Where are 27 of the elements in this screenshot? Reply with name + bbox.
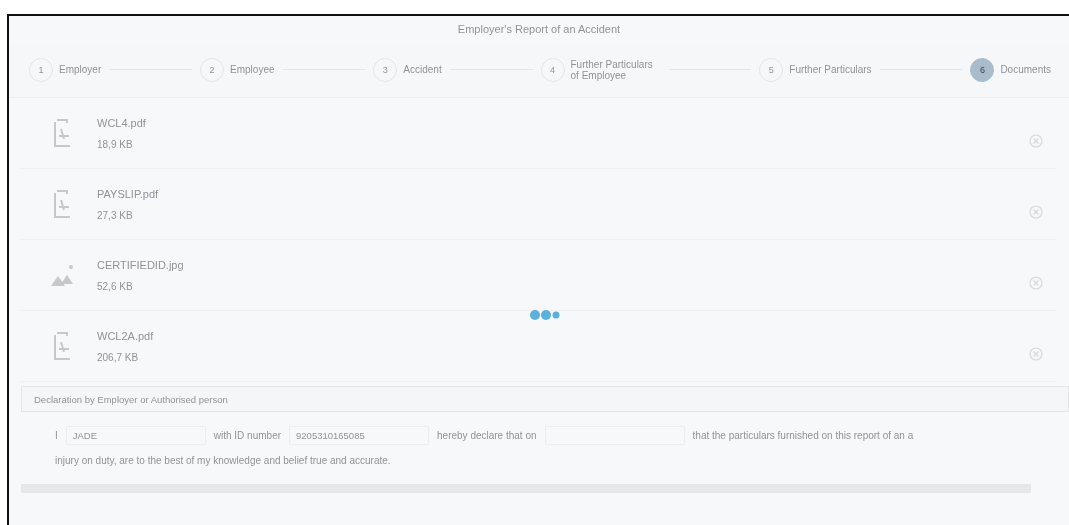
declaration-text: with ID number [213, 430, 282, 441]
remove-icon[interactable] [1029, 134, 1043, 148]
declaration-text: I [55, 430, 58, 441]
declaration-text: hereby declare that on [437, 430, 537, 441]
file-size: 206,7 KB [97, 351, 140, 363]
file-name: PAYSLIP.pdf [97, 187, 160, 200]
wizard-step[interactable]: 2 Employee [200, 57, 275, 82]
wizard-step[interactable]: 4 Further Particulars of Employee [540, 57, 661, 82]
wizard-step[interactable]: 5 Further Particulars [759, 57, 872, 82]
section-header: Declaration by Employer or Authorised person [21, 386, 1069, 412]
file-name: CERTIFIEDID.jpg [97, 258, 185, 271]
remove-icon[interactable] [1029, 205, 1043, 219]
remove-icon[interactable] [1029, 276, 1043, 290]
input-field[interactable]: JADE [65, 426, 206, 445]
declaration-text: that the particulars furnished on this report of an a [692, 430, 914, 441]
file-name: WCL2A.pdf [97, 329, 155, 342]
wizard-step[interactable]: 3 Accident [373, 57, 442, 82]
input-field[interactable]: 9205310165085 [289, 426, 430, 445]
wizard-step[interactable]: 1 Employer [29, 57, 102, 82]
declaration-text: injury on duty, are to the best of my knowledge and belief true and accurate. [55, 455, 392, 466]
file-name: WCL4.pdf [97, 116, 147, 129]
wizard-step[interactable]: 6 Documents [970, 57, 1051, 82]
file-size: 18,9 KB [97, 138, 134, 150]
remove-icon[interactable] [1029, 347, 1043, 361]
file-size: 27,3 KB [97, 209, 134, 221]
window-title: Employer's Report of an Accident [456, 22, 622, 37]
file-size: 52,6 KB [97, 280, 134, 292]
